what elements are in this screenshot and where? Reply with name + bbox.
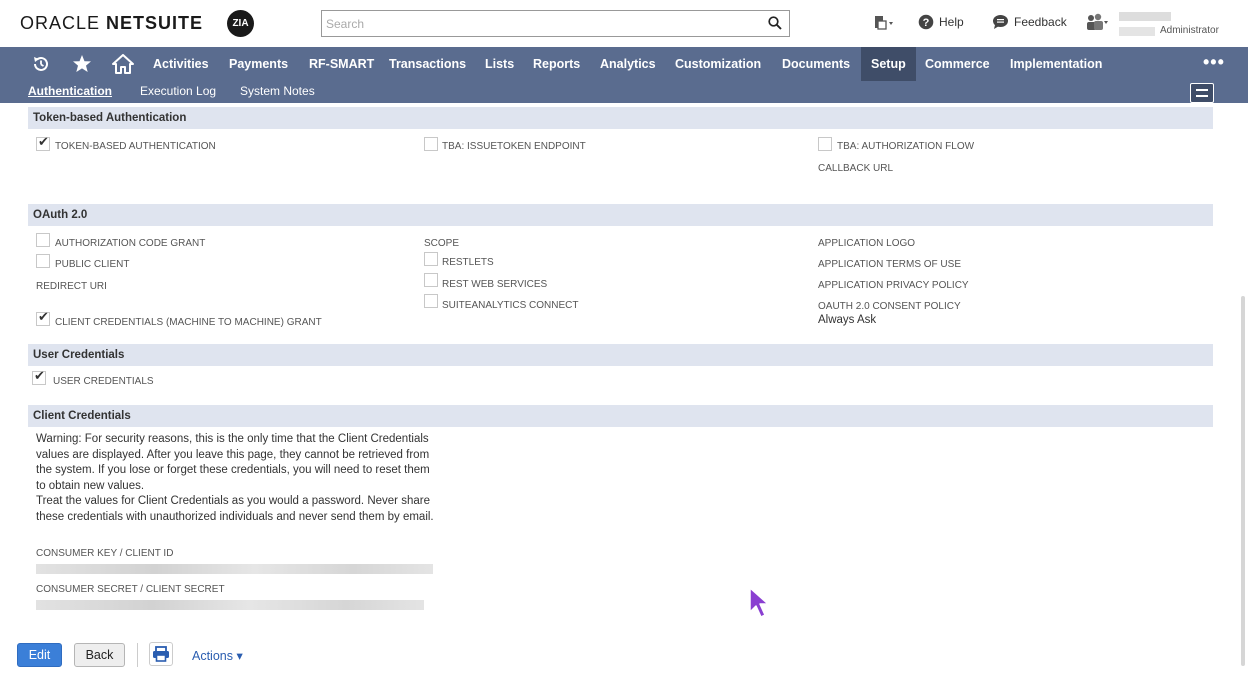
footer-divider <box>137 643 138 667</box>
rest-web-services-checkbox <box>424 273 438 287</box>
tba-label: TOKEN-BASED AUTHENTICATION <box>55 141 216 152</box>
more-menu-icon[interactable]: ••• <box>1203 47 1225 81</box>
app-privacy-label: APPLICATION PRIVACY POLICY <box>818 280 969 291</box>
nav-activities[interactable]: Activities <box>143 47 219 81</box>
feedback-label: Feedback <box>1014 15 1067 29</box>
recent-records-menu[interactable] <box>872 14 894 32</box>
logo-oracle: ORACLE <box>20 13 101 33</box>
recent-icon[interactable] <box>30 53 52 75</box>
client-creds-grant-label: CLIENT CREDENTIALS (MACHINE TO MACHINE) … <box>55 317 322 328</box>
user-creds-checkbox <box>32 369 46 385</box>
zia-badge[interactable]: ZIA <box>227 10 254 37</box>
nav-commerce[interactable]: Commerce <box>915 47 1000 81</box>
search-icon[interactable] <box>768 16 782 30</box>
nav-documents[interactable]: Documents <box>772 47 860 81</box>
nav-payments[interactable]: Payments <box>219 47 298 81</box>
app-logo-label: APPLICATION LOGO <box>818 238 916 249</box>
subtab-system-notes[interactable]: System Notes <box>240 84 315 98</box>
consent-policy-value: Always Ask <box>818 314 877 326</box>
warning-paragraph-1: Warning: For security reasons, this is t… <box>36 433 430 492</box>
redirect-uri-label: REDIRECT URI <box>36 281 107 292</box>
auth-flow-label: TBA: AUTHORIZATION FLOW <box>837 141 975 152</box>
suiteanalytics-label: SUITEANALYTICS CONNECT <box>442 300 579 311</box>
rest-web-services-label: REST WEB SERVICES <box>442 279 548 290</box>
oracle-netsuite-logo[interactable]: ORACLE NETSUITE <box>20 13 203 34</box>
nav-implementation[interactable]: Implementation <box>1000 47 1112 81</box>
consumer-key-label: CONSUMER KEY / CLIENT ID <box>36 548 174 559</box>
redacted-username <box>1119 12 1171 21</box>
feedback-link[interactable]: Feedback <box>992 14 1067 30</box>
app-terms-label: APPLICATION TERMS OF USE <box>818 259 961 270</box>
consent-policy-label: OAUTH 2.0 CONSENT POLICY <box>818 301 961 312</box>
home-icon[interactable] <box>112 53 134 75</box>
section-header-client-creds[interactable]: Client Credentials <box>28 405 1213 427</box>
print-icon <box>153 646 169 662</box>
logo-netsuite: NETSUITE <box>100 13 204 33</box>
vertical-scrollbar[interactable] <box>1241 296 1245 666</box>
users-icon <box>1087 13 1108 30</box>
suiteanalytics-checkbox <box>424 294 438 308</box>
svg-text:?: ? <box>923 17 930 29</box>
help-label: Help <box>939 15 964 29</box>
record-subtabs: Authentication Execution Log System Note… <box>0 81 1248 103</box>
nav-analytics[interactable]: Analytics <box>590 47 666 81</box>
restlets-checkbox <box>424 252 438 266</box>
actions-menu[interactable]: Actions ▾ <box>192 648 243 663</box>
issuetoken-label: TBA: ISSUETOKEN ENDPOINT <box>442 141 586 152</box>
help-icon: ? <box>918 14 934 30</box>
top-header: ORACLE NETSUITE ZIA ? Help Feedback Admi… <box>0 0 1248 47</box>
client-creds-grant-checkbox <box>36 310 50 326</box>
auth-code-grant-checkbox <box>36 233 50 247</box>
callback-url-label: CALLBACK URL <box>818 163 894 174</box>
back-button[interactable]: Back <box>74 643 125 667</box>
app-window: ORACLE NETSUITE ZIA ? Help Feedback Admi… <box>0 0 1248 682</box>
user-menu-button[interactable] <box>1085 13 1109 31</box>
nav-setup[interactable]: Setup <box>861 47 916 81</box>
consumer-secret-value <box>36 600 424 610</box>
auth-code-grant-label: AUTHORIZATION CODE GRANT <box>55 238 206 249</box>
nav-transactions[interactable]: Transactions <box>379 47 476 81</box>
search-input[interactable] <box>322 11 752 36</box>
tba-checkbox <box>36 135 50 151</box>
consumer-secret-label: CONSUMER SECRET / CLIENT SECRET <box>36 584 225 595</box>
mouse-cursor-icon <box>749 587 769 618</box>
help-link[interactable]: ? Help <box>918 14 964 30</box>
section-header-oauth[interactable]: OAuth 2.0 <box>28 204 1213 226</box>
feedback-icon <box>993 15 1008 29</box>
recent-records-icon <box>875 16 893 30</box>
security-warning: Warning: For security reasons, this is t… <box>36 432 436 525</box>
nav-customization[interactable]: Customization <box>665 47 771 81</box>
issuetoken-checkbox <box>424 137 438 151</box>
auth-flow-checkbox <box>818 137 832 151</box>
nav-rf-smart[interactable]: RF-SMART <box>299 47 384 81</box>
section-header-tba[interactable]: Token-based Authentication <box>28 107 1213 129</box>
user-account-info[interactable]: Administrator <box>1119 10 1229 38</box>
scope-label: SCOPE <box>424 238 460 249</box>
redacted-account <box>1119 27 1155 36</box>
warning-paragraph-2: Treat the values for Client Credentials … <box>36 495 434 523</box>
user-creds-label: USER CREDENTIALS <box>53 376 154 387</box>
star-icon[interactable] <box>71 53 93 75</box>
nav-lists[interactable]: Lists <box>475 47 524 81</box>
print-button[interactable] <box>149 642 173 666</box>
main-navigation: Activities Payments RF-SMART Transaction… <box>0 47 1248 81</box>
public-client-checkbox <box>36 254 50 268</box>
collapse-sections-icon[interactable] <box>1190 83 1214 103</box>
nav-reports[interactable]: Reports <box>523 47 590 81</box>
restlets-label: RESTLETS <box>442 257 494 268</box>
public-client-label: PUBLIC CLIENT <box>55 259 130 270</box>
consumer-key-value <box>36 564 433 574</box>
global-search <box>321 10 790 37</box>
edit-button[interactable]: Edit <box>17 643 62 667</box>
subtab-execution-log[interactable]: Execution Log <box>140 84 216 98</box>
user-role: Administrator <box>1160 25 1219 36</box>
section-header-user-creds[interactable]: User Credentials <box>28 344 1213 366</box>
subtab-authentication[interactable]: Authentication <box>28 84 112 98</box>
